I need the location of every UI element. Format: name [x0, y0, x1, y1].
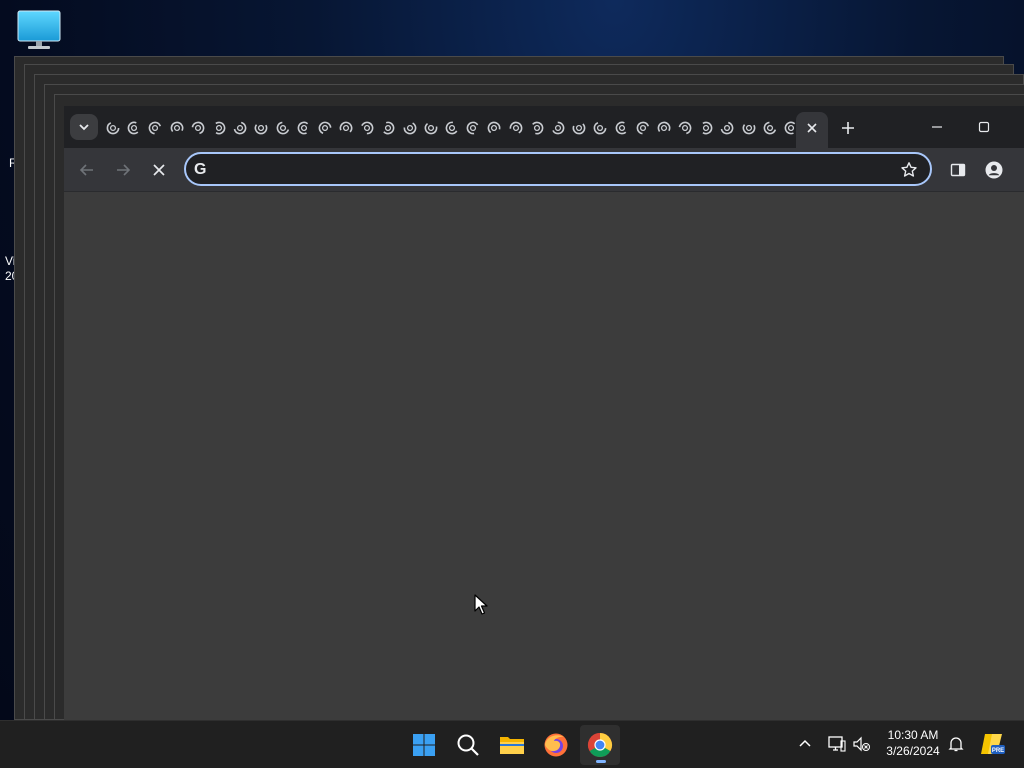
tab-favicon-24[interactable] — [593, 121, 607, 135]
tab-favicon-27[interactable] — [657, 121, 671, 135]
tab-favicon-5[interactable] — [191, 121, 205, 135]
tab-favicon-12[interactable] — [339, 121, 353, 135]
network-button[interactable] — [826, 733, 848, 755]
tab-favicon-14[interactable] — [381, 121, 395, 135]
volume-muted-icon — [853, 736, 870, 752]
tab-favicon-2[interactable] — [127, 121, 141, 135]
maximize-icon — [978, 121, 990, 133]
tab-favicon-21[interactable] — [530, 121, 544, 135]
search-button[interactable] — [448, 725, 488, 765]
tab-favicon-9[interactable] — [276, 121, 290, 135]
copilot-badge-text: PRE — [992, 748, 1004, 754]
system-clock[interactable]: 10:30 AM 3/26/2024 — [880, 727, 946, 759]
clock-date: 3/26/2024 — [886, 744, 940, 758]
tab-favicon-13[interactable] — [360, 121, 374, 135]
back-button[interactable] — [77, 160, 97, 180]
tab-favicon-10[interactable] — [297, 121, 311, 135]
arrow-left-icon — [79, 164, 93, 176]
tab-favicon-17[interactable] — [445, 121, 459, 135]
address-bar[interactable]: G — [184, 152, 932, 186]
running-indicator — [596, 760, 606, 763]
new-tab-button[interactable] — [838, 118, 858, 138]
side-panel-icon — [950, 163, 966, 177]
plus-icon — [842, 122, 854, 134]
tab-close-button[interactable] — [804, 120, 820, 136]
tab-favicon-25[interactable] — [615, 121, 629, 135]
tab-favicon-22[interactable] — [551, 121, 565, 135]
network-icon — [828, 736, 846, 752]
chrome-taskbar-button[interactable] — [580, 725, 620, 765]
tab-favicon-15[interactable] — [403, 121, 417, 135]
tab-favicon-32[interactable] — [763, 121, 777, 135]
tab-favicon-31[interactable] — [742, 121, 756, 135]
tab-favicon-30[interactable] — [720, 121, 734, 135]
taskbar: 10:30 AM 3/26/2024 PRE — [0, 720, 1024, 768]
tab-favicon-29[interactable] — [699, 121, 713, 135]
tab-favicon-18[interactable] — [466, 121, 480, 135]
desktop-monitor-icon[interactable] — [14, 8, 64, 52]
forward-button[interactable] — [113, 160, 133, 180]
side-panel-button[interactable] — [948, 160, 968, 180]
tab-favicon-20[interactable] — [509, 121, 523, 135]
close-icon — [153, 164, 165, 176]
bell-icon — [948, 737, 964, 752]
tab-favicon-23[interactable] — [572, 121, 586, 135]
tab-favicon-19[interactable] — [487, 121, 501, 135]
profile-icon — [985, 161, 1003, 179]
volume-button[interactable] — [851, 733, 873, 755]
search-icon — [457, 734, 479, 756]
arrow-right-icon — [117, 164, 131, 176]
notification-button[interactable] — [945, 733, 967, 755]
tab-favicon-16[interactable] — [424, 121, 438, 135]
copilot-icon: PRE — [981, 734, 1005, 754]
chevron-down-icon — [79, 124, 89, 131]
tray-overflow-button[interactable] — [794, 733, 816, 755]
page-content[interactable] — [64, 192, 1024, 720]
browser-toolbar: G — [64, 148, 1024, 192]
tab-favicon-6[interactable] — [212, 121, 226, 135]
minimize-button[interactable] — [922, 116, 952, 138]
profile-button[interactable] — [984, 160, 1004, 180]
star-icon[interactable] — [900, 161, 918, 179]
tab-favicon-1[interactable] — [106, 121, 120, 135]
stop-loading-button[interactable] — [149, 160, 169, 180]
tab-favicon-7[interactable] — [233, 121, 247, 135]
mouse-cursor-icon — [474, 594, 488, 615]
start-button[interactable] — [404, 725, 444, 765]
tab-search-button[interactable] — [70, 114, 98, 140]
file-explorer-icon — [500, 737, 524, 754]
chrome-window: G — [64, 106, 1024, 720]
firefox-button[interactable] — [536, 725, 576, 765]
address-input[interactable] — [218, 157, 892, 183]
search-provider-glyph: G — [194, 161, 207, 178]
tab-favicon-8[interactable] — [254, 121, 268, 135]
tab-favicon-3[interactable] — [148, 121, 162, 135]
tab-favicon-28[interactable] — [678, 121, 692, 135]
tab-favicon-4[interactable] — [170, 121, 184, 135]
windows-start-icon — [413, 734, 435, 756]
copilot-preview-button[interactable]: PRE — [980, 731, 1006, 757]
minimize-icon — [932, 126, 942, 128]
firefox-icon — [544, 733, 568, 757]
file-explorer-button[interactable] — [492, 725, 532, 765]
clock-time: 10:30 AM — [887, 728, 939, 742]
maximize-button[interactable] — [969, 116, 999, 138]
tab-favicon-11[interactable] — [318, 121, 332, 135]
tab-strip — [64, 106, 1024, 148]
close-icon — [807, 123, 817, 133]
chevron-up-icon — [799, 739, 811, 747]
tab-favicon-26[interactable] — [636, 121, 650, 135]
chrome-icon — [587, 733, 613, 758]
